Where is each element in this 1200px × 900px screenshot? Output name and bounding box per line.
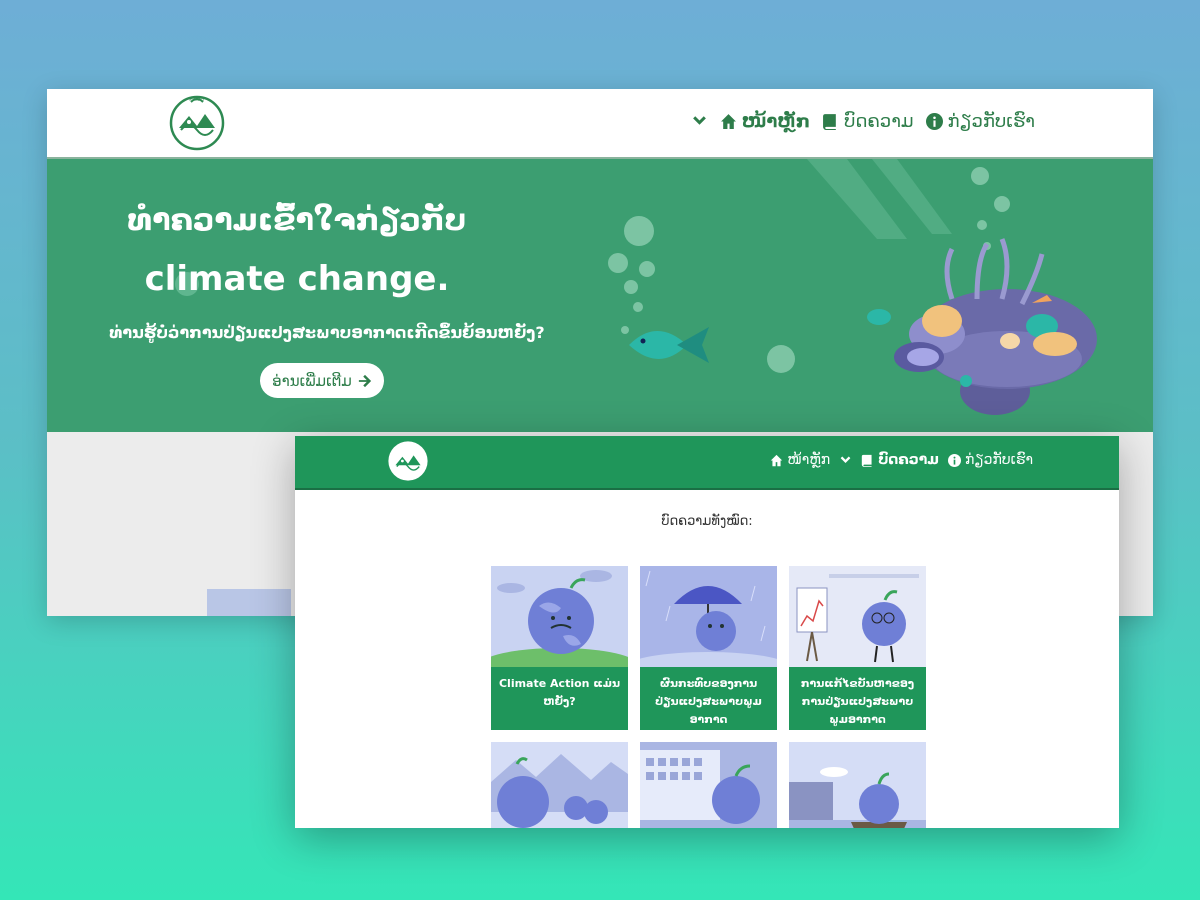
nav-about-label: ກ່ຽວກັບເຮົາ bbox=[947, 111, 1035, 132]
nav-item-home[interactable]: ໜ້າຫຼັກ bbox=[770, 452, 830, 468]
nav-item-articles[interactable]: ບົດຄວາມ bbox=[861, 452, 939, 468]
article-title: Climate Action ແມ່ນຫຍັງ? bbox=[491, 667, 628, 730]
book-icon bbox=[862, 454, 872, 467]
nav-item-articles[interactable]: ບົດຄວາມ bbox=[822, 111, 914, 132]
nav-home-label: ໜ້າຫຼັກ bbox=[741, 111, 811, 132]
pakat-logo[interactable]: PAKAT bbox=[167, 92, 227, 152]
section-heading: ບົດຄວາມທັງໝົດ: bbox=[661, 514, 753, 529]
hero-subtitle: ທ່ານຮູ້ບໍ່ວ່າການປ່ຽນແປງສະພາບອາກາດເກີດຂຶ້… bbox=[109, 323, 545, 342]
arrow-right-icon bbox=[358, 374, 371, 387]
articles-window: ໜ້າຫຼັກ ບົດຄວາມ ກ່ຽວກັບເຮົາ ບົດຄວາມທັງໝົ… bbox=[295, 436, 1119, 828]
article-title: ການແກ້ໄຂບັນຫາຂອງການປ່ຽນແປງສະພາບພູມອາກາດ bbox=[789, 667, 926, 730]
article-card[interactable] bbox=[640, 742, 777, 828]
nav-item-about[interactable]: ກ່ຽວກັບເຮົາ bbox=[947, 452, 1033, 468]
article-card[interactable]: ການແກ້ໄຂບັນຫາຂອງການປ່ຽນແປງສະພາບພູມອາກາດ bbox=[789, 566, 926, 730]
home-icon bbox=[771, 454, 783, 466]
nav-about-label: ກ່ຽວກັບເຮົາ bbox=[964, 452, 1033, 468]
partial-card-thumbnail bbox=[207, 589, 291, 616]
nav-articles-label: ບົດຄວາມ bbox=[844, 111, 914, 132]
fish-icon bbox=[629, 327, 709, 363]
article-card[interactable]: ຜົນກະທົບຂອງການປ່ຽນແປງສະພາບພູມອາກາດ bbox=[640, 566, 777, 730]
article-card[interactable]: Climate Action ແມ່ນຫຍັງ? bbox=[491, 566, 628, 730]
main-menu: ໜ້າຫຼັກ ບົດຄວາມ ກ່ຽວກັບເຮົາ bbox=[770, 452, 1033, 468]
article-card[interactable] bbox=[789, 742, 926, 828]
svg-text:PAKAT: PAKAT bbox=[189, 97, 205, 103]
top-navbar: ໜ້າຫຼັກ ບົດຄວາມ ກ່ຽວກັບເຮົາ bbox=[295, 436, 1119, 490]
hero-banner: ທຳຄວາມເຂົ້າໃຈກ່ຽວກັບ climate change. ທ່າ… bbox=[47, 159, 1153, 432]
home-icon bbox=[720, 114, 736, 129]
hero-title: ທຳຄວາມເຂົ້າໃຈກ່ຽວກັບ bbox=[127, 203, 467, 238]
article-grid: Climate Action ແມ່ນຫຍັງ? ຜົນກະທົບຂອງການປ… bbox=[491, 566, 927, 828]
earth-chart-illustration bbox=[789, 566, 926, 667]
book-icon bbox=[823, 114, 836, 130]
article-card[interactable] bbox=[491, 742, 628, 828]
earth-umbrella-illustration bbox=[640, 566, 777, 667]
earth-family-illustration bbox=[491, 742, 628, 828]
pakat-logo[interactable] bbox=[387, 440, 429, 482]
nav-home-label: ໜ້າຫຼັກ bbox=[787, 452, 831, 468]
read-more-button[interactable]: ອ່ານເພີ່ມເຕີມ bbox=[260, 363, 384, 398]
article-title: ຜົນກະທົບຂອງການປ່ຽນແປງສະພາບພູມອາກາດ bbox=[640, 667, 777, 730]
main-menu: ໜ້າຫຼັກ ບົດຄວາມ ກ່ຽວກັບເຮົາ bbox=[691, 111, 1035, 132]
nav-item-home[interactable]: ໜ້າຫຼັກ bbox=[720, 111, 810, 132]
top-navbar: PAKAT ໜ້າຫຼັກ ບົດຄວາມ ກ່ຽວກັບເຮົາ bbox=[47, 89, 1153, 159]
earth-boat-illustration bbox=[789, 742, 926, 828]
nav-articles-label: ບົດຄວາມ bbox=[878, 452, 939, 468]
read-more-label: ອ່ານເພີ່ມເຕີມ bbox=[272, 371, 352, 390]
info-icon bbox=[947, 453, 961, 467]
earth-building-illustration bbox=[640, 742, 777, 828]
info-icon bbox=[925, 113, 943, 130]
chevron-down-icon[interactable] bbox=[691, 113, 708, 130]
sad-earth-illustration bbox=[491, 566, 628, 667]
hero-title-english: climate change. bbox=[144, 259, 450, 299]
chevron-down-icon[interactable] bbox=[839, 454, 852, 467]
nav-item-about[interactable]: ກ່ຽວກັບເຮົາ bbox=[925, 111, 1035, 132]
